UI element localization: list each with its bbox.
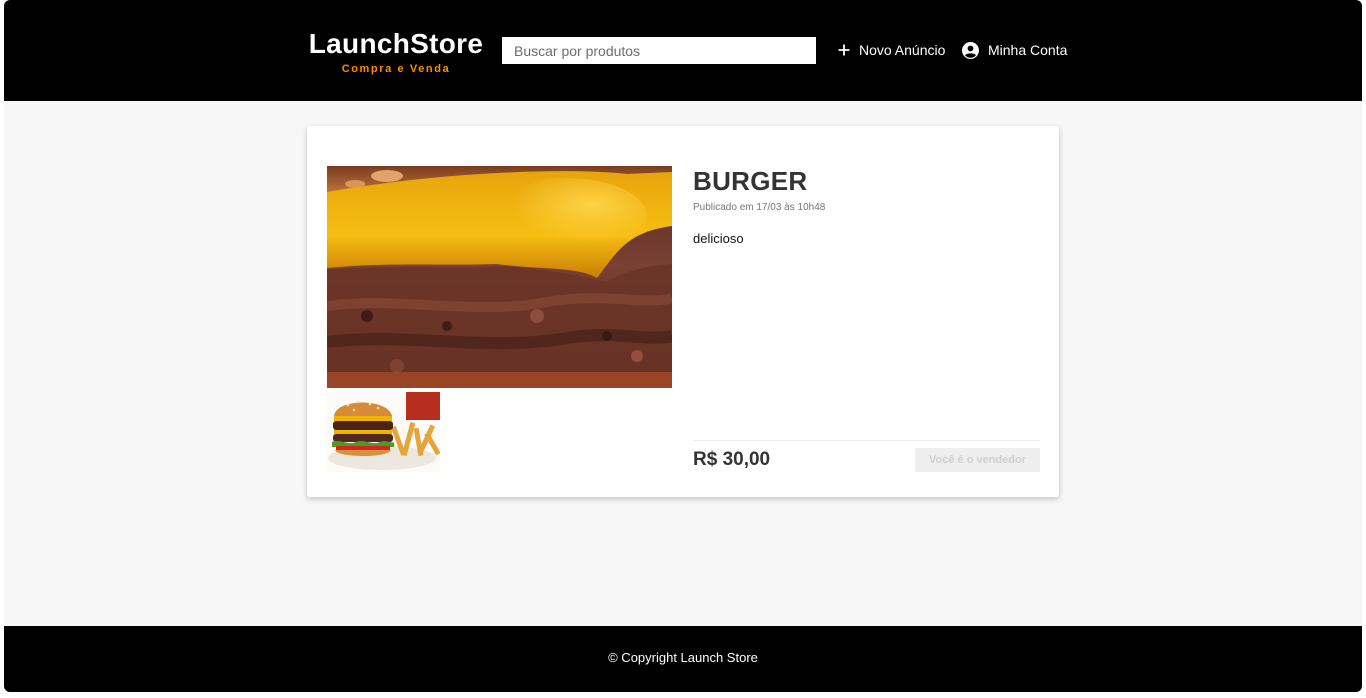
- site-footer: © Copyright Launch Store: [4, 626, 1362, 692]
- site-logo[interactable]: LaunchStore Compra e Venda: [306, 28, 486, 76]
- burger-with-fries-photo: [326, 392, 440, 472]
- account-label: Minha Conta: [988, 42, 1068, 58]
- product-price: R$ 30,00: [693, 449, 771, 470]
- logo-subtitle: Compra e Venda: [341, 63, 451, 75]
- burger-closeup-photo: [327, 166, 672, 388]
- new-ad-label: Novo Anúncio: [859, 42, 946, 58]
- new-ad-link[interactable]: Novo Anúncio: [838, 41, 945, 59]
- product-card: BURGER Publicado em 17/03 às 10h48 delic…: [307, 126, 1059, 497]
- copyright-text: © Copyright Launch Store: [608, 650, 758, 665]
- product-info: BURGER Publicado em 17/03 às 10h48 delic…: [693, 166, 1040, 472]
- price-row: R$ 30,00 Você é o vendedor: [693, 440, 1040, 472]
- app-frame: LaunchStore Compra e Venda Novo Anúncio …: [4, 0, 1362, 692]
- seller-button[interactable]: Você é o vendedor: [915, 448, 1040, 472]
- search-input[interactable]: [502, 37, 816, 64]
- published-date: Publicado em 17/03 às 10h48: [693, 202, 826, 213]
- product-description: delicioso: [693, 231, 744, 246]
- thumbnail-burger-with-fries[interactable]: [326, 392, 440, 472]
- account-circle-icon: [962, 41, 979, 59]
- logo-title: LaunchStore: [308, 28, 484, 59]
- product-title: BURGER: [693, 166, 808, 196]
- site-header: LaunchStore Compra e Venda Novo Anúncio …: [4, 0, 1362, 101]
- account-link[interactable]: Minha Conta: [962, 41, 1067, 59]
- plus-icon: [838, 44, 850, 56]
